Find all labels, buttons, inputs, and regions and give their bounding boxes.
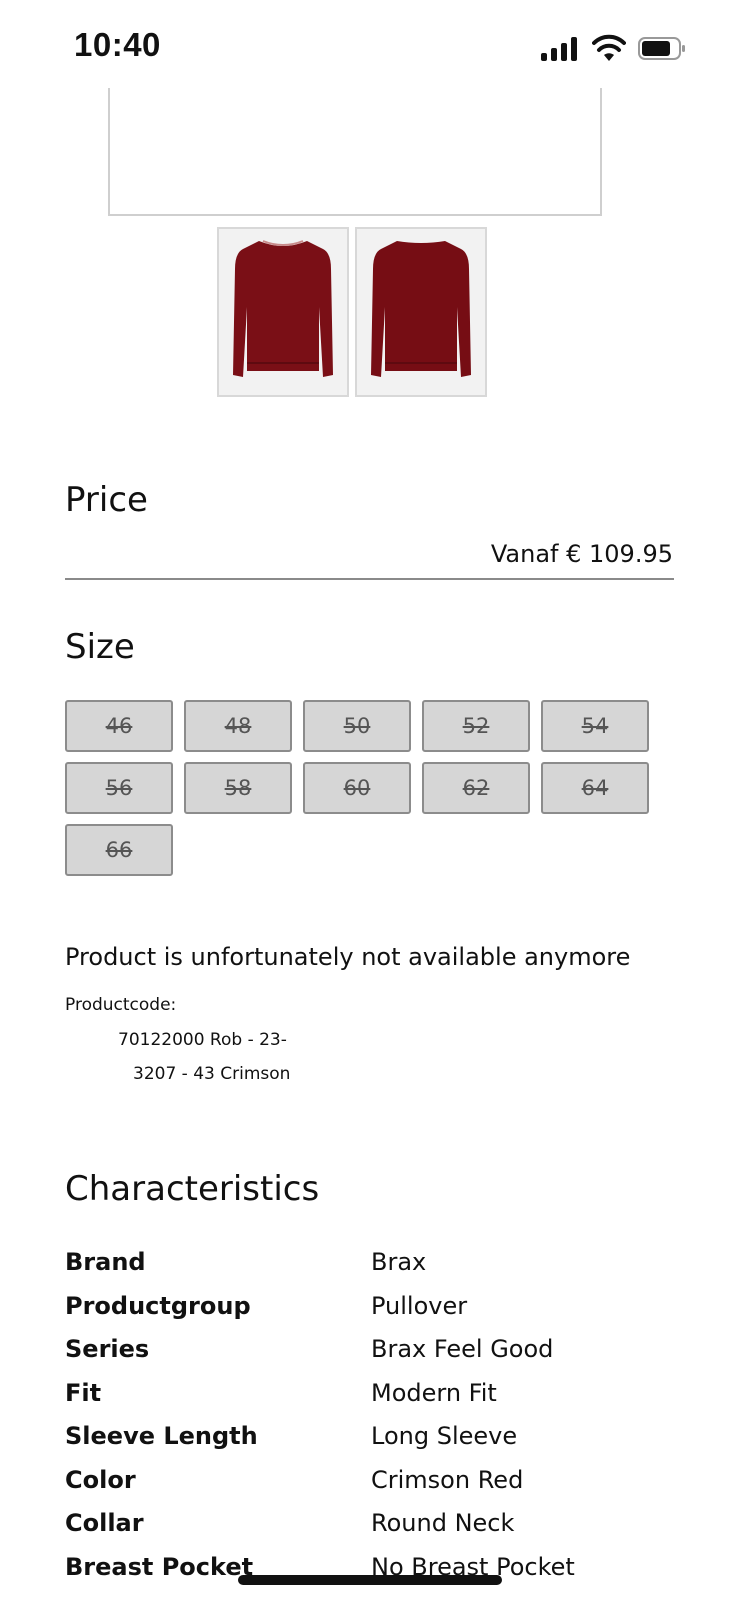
char-key: Sleeve Length	[65, 1422, 258, 1450]
size-option-56[interactable]: 56	[65, 762, 173, 814]
char-row-brand: Brand Brax	[65, 1248, 685, 1288]
price-value: Vanaf € 109.95	[490, 540, 673, 568]
status-bar: 10:40	[0, 0, 739, 90]
char-value: Crimson Red	[371, 1466, 524, 1494]
thumbnail-back[interactable]	[355, 227, 487, 397]
char-row-collar: Collar Round Neck	[65, 1509, 685, 1549]
productcode-value-line1: 70122000 Rob - 23-	[118, 1030, 287, 1050]
sweater-back-image	[371, 241, 471, 377]
size-option-50[interactable]: 50	[303, 700, 411, 752]
char-key: Brand	[65, 1248, 146, 1276]
battery-icon	[638, 37, 685, 60]
char-row-sleeve-length: Sleeve Length Long Sleeve	[65, 1422, 685, 1462]
productcode-label: Productcode:	[65, 995, 177, 1015]
main-product-image[interactable]	[108, 88, 602, 216]
char-row-productgroup: Productgroup Pullover	[65, 1292, 685, 1332]
char-value: Round Neck	[371, 1509, 515, 1537]
char-row-series: Series Brax Feel Good	[65, 1335, 685, 1375]
char-key: Fit	[65, 1379, 102, 1407]
char-key: Breast Pocket	[65, 1553, 254, 1581]
productcode-value-line2: 3207 - 43 Crimson	[133, 1064, 291, 1084]
size-option-66[interactable]: 66	[65, 824, 173, 876]
size-option-54[interactable]: 54	[541, 700, 649, 752]
char-row-color: Color Crimson Red	[65, 1466, 685, 1506]
char-row-fit: Fit Modern Fit	[65, 1379, 685, 1419]
sweater-front-image	[233, 240, 333, 377]
char-key: Productgroup	[65, 1292, 251, 1320]
status-time: 10:40	[74, 26, 161, 63]
size-option-46[interactable]: 46	[65, 700, 173, 752]
char-key: Collar	[65, 1509, 144, 1537]
divider	[65, 578, 674, 580]
char-value: Pullover	[371, 1292, 468, 1320]
char-row-breast-pocket: Breast Pocket No Breast Pocket	[65, 1553, 685, 1593]
size-option-64[interactable]: 64	[541, 762, 649, 814]
size-option-48[interactable]: 48	[184, 700, 292, 752]
char-key: Series	[65, 1335, 150, 1363]
char-value: Brax Feel Good	[371, 1335, 554, 1363]
size-option-52[interactable]: 52	[422, 700, 530, 752]
unavailable-message: Product is unfortunately not available a…	[65, 943, 631, 971]
signal-icon	[541, 37, 579, 61]
home-indicator[interactable]	[238, 1575, 502, 1585]
wifi-icon	[592, 34, 626, 61]
char-value: Long Sleeve	[371, 1422, 518, 1450]
char-value: Brax	[371, 1248, 427, 1276]
price-title: Price	[65, 480, 148, 520]
size-title: Size	[65, 627, 135, 667]
char-value: Modern Fit	[371, 1379, 497, 1407]
thumbnail-front[interactable]	[217, 227, 349, 397]
characteristics-title: Characteristics	[65, 1169, 320, 1209]
char-key: Color	[65, 1466, 136, 1494]
size-option-58[interactable]: 58	[184, 762, 292, 814]
size-option-62[interactable]: 62	[422, 762, 530, 814]
size-option-60[interactable]: 60	[303, 762, 411, 814]
